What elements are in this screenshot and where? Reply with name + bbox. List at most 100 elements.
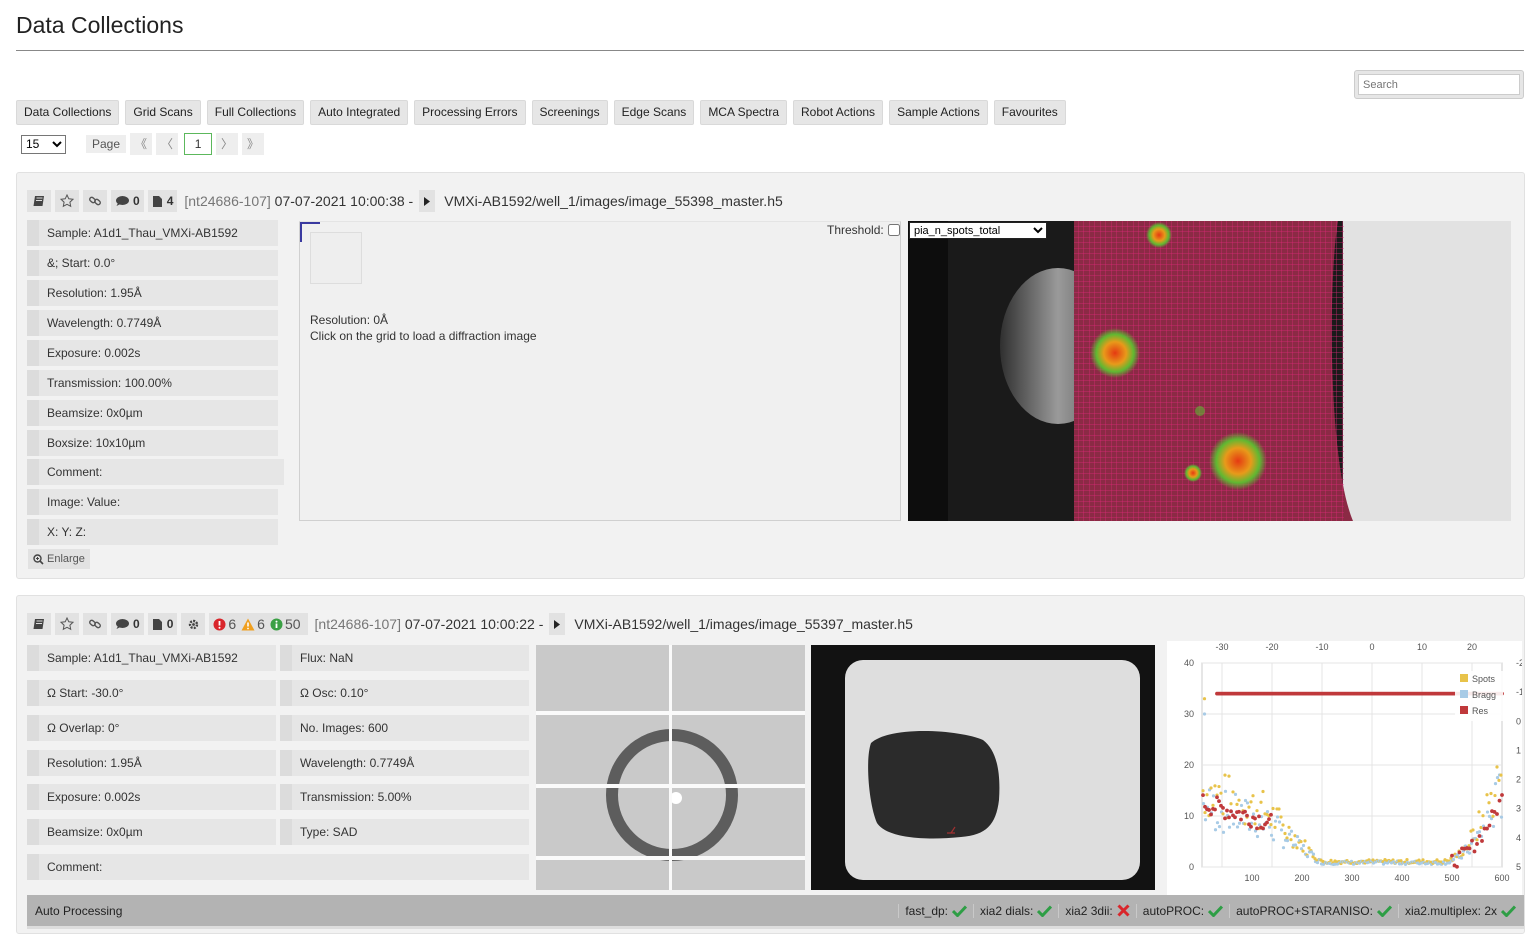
logbook-button[interactable]: [27, 613, 51, 635]
field-xyz: X: Y: Z:: [27, 519, 278, 545]
spots-point: [1219, 791, 1223, 795]
right-tick-label: 3: [1516, 804, 1521, 814]
auto-processing-bar[interactable]: Auto Processing fast_dp: xia2 dials: xia…: [27, 895, 1524, 929]
spots-point: [1481, 814, 1485, 818]
threshold-checkbox[interactable]: [887, 224, 900, 236]
current-page-input[interactable]: 1: [184, 133, 213, 155]
tab-processing-errors[interactable]: Processing Errors: [414, 100, 526, 125]
info-icon: [270, 618, 283, 630]
pipeline-autoproc[interactable]: autoPROC:: [1135, 903, 1224, 918]
spots-point: [1221, 812, 1225, 816]
grid-metric-select[interactable]: pia_n_spots_total: [909, 222, 1047, 239]
first-page-button[interactable]: 《: [130, 133, 153, 155]
left-tick-label: 20: [1184, 760, 1194, 770]
camera-left-edge: [908, 221, 948, 521]
logbook-button[interactable]: [27, 190, 51, 212]
diffraction-viewer[interactable]: Resolution: 0Å Click on the grid to load…: [299, 221, 901, 521]
pipeline-xia2-dials[interactable]: xia2 dials:: [973, 903, 1053, 918]
sample-camera-image[interactable]: [811, 645, 1155, 890]
tab-screenings[interactable]: Screenings: [531, 100, 608, 125]
auto-processing-title: Auto Processing: [35, 903, 123, 918]
dc-file-path: VMXi-AB1592/well_1/images/image_55397_ma…: [574, 616, 913, 632]
res-point: [1267, 817, 1271, 822]
bragg-point: [1239, 803, 1244, 808]
prev-page-button[interactable]: 〈: [156, 133, 179, 155]
tab-robot-actions[interactable]: Robot Actions: [793, 100, 884, 125]
tab-sample-actions[interactable]: Sample Actions: [889, 100, 988, 125]
pipeline-autoproc-staraniso[interactable]: autoPROC+STARANISO:: [1229, 903, 1392, 918]
attachments-button[interactable]: 0: [147, 613, 178, 635]
file-icon: [152, 618, 162, 630]
res-point: [1497, 798, 1502, 803]
pipeline-fast-dp[interactable]: fast_dp:: [898, 903, 968, 918]
book-icon: [33, 196, 44, 206]
legend-label: Bragg: [1472, 690, 1496, 700]
field-comment[interactable]: Comment:: [27, 854, 529, 880]
field-comment[interactable]: Comment:: [27, 459, 284, 485]
spots-point: [1489, 791, 1493, 796]
per-page-select[interactable]: 15: [21, 134, 66, 154]
threshold-toggle[interactable]: Threshold:: [827, 223, 900, 237]
favourite-button[interactable]: [55, 190, 79, 212]
enlarge-button[interactable]: Enlarge: [28, 549, 90, 569]
spots-point: [1261, 789, 1265, 794]
res-point: [1261, 826, 1265, 831]
right-tick-label: -1: [1516, 687, 1522, 697]
settings-button[interactable]: [181, 613, 206, 635]
bragg-point: [1201, 801, 1206, 806]
spots-point: [1223, 773, 1227, 777]
bragg-point: [1203, 818, 1208, 822]
bottom-tick-label: 200: [1294, 873, 1309, 883]
tab-auto-integrated[interactable]: Auto Integrated: [310, 100, 409, 125]
bragg-point: [1301, 843, 1306, 848]
favourite-button[interactable]: [55, 613, 79, 635]
field-num-images: No. Images: 600: [280, 715, 529, 741]
pipeline-xia2-multiplex[interactable]: xia2.multiplex: 2x: [1397, 903, 1516, 918]
expand-arrow[interactable]: [549, 613, 566, 635]
bragg-point: [1495, 775, 1500, 780]
comments-button[interactable]: 0: [111, 190, 144, 212]
bragg-point: [1459, 856, 1464, 860]
proposal-code: [nt24686-107]: [184, 193, 271, 209]
spots-point: [1203, 810, 1207, 815]
spots-point: [1461, 853, 1465, 857]
res-point: [1239, 817, 1243, 822]
tab-full-collections[interactable]: Full Collections: [206, 100, 305, 125]
cross-icon: [1117, 904, 1130, 917]
last-page-button[interactable]: 》: [242, 133, 265, 155]
permalink-button[interactable]: [83, 613, 107, 635]
pipeline-xia2-3dii[interactable]: xia2 3dii:: [1058, 903, 1130, 918]
res-point: [1213, 807, 1217, 812]
next-page-button[interactable]: 〉: [216, 133, 239, 155]
spots-point: [1495, 765, 1499, 769]
tab-grid-scans[interactable]: Grid Scans: [125, 100, 201, 125]
field-omega-start: Ω Start: -30.0°: [27, 680, 276, 706]
res-point: [1257, 814, 1261, 819]
pipeline-label: autoPROC:: [1142, 903, 1205, 918]
spots-point: [1303, 839, 1307, 843]
tab-favourites[interactable]: Favourites: [993, 100, 1066, 125]
comments-button[interactable]: 0: [111, 613, 144, 635]
check-icon: [952, 904, 968, 917]
tab-mca-spectra[interactable]: MCA Spectra: [700, 100, 788, 125]
permalink-button[interactable]: [83, 190, 107, 212]
bragg-point: [1217, 825, 1222, 829]
top-tick-label: 10: [1417, 642, 1427, 652]
camera-right-region: [1343, 221, 1511, 521]
search-input[interactable]: [1358, 74, 1520, 95]
spots-point: [1497, 778, 1501, 782]
res-point: [1500, 793, 1504, 797]
spots-point: [1477, 810, 1481, 814]
tab-data-collections[interactable]: Data Collections: [16, 100, 120, 125]
grid-scan-heatmap[interactable]: [908, 221, 1511, 521]
tab-edge-scans[interactable]: Edge Scans: [613, 100, 695, 125]
expand-arrow[interactable]: [419, 190, 436, 212]
field-boxsize: Boxsize: 10x10µm: [27, 430, 278, 456]
proposal-code: [nt24686-107]: [314, 616, 401, 632]
attachments-button[interactable]: 4: [147, 190, 178, 212]
processing-status-summary[interactable]: 6 6 50: [209, 613, 308, 635]
diffraction-thumbnail[interactable]: [310, 232, 362, 284]
res-point: [1201, 793, 1205, 798]
diffraction-image[interactable]: [536, 645, 805, 890]
bragg-point: [1275, 815, 1280, 819]
